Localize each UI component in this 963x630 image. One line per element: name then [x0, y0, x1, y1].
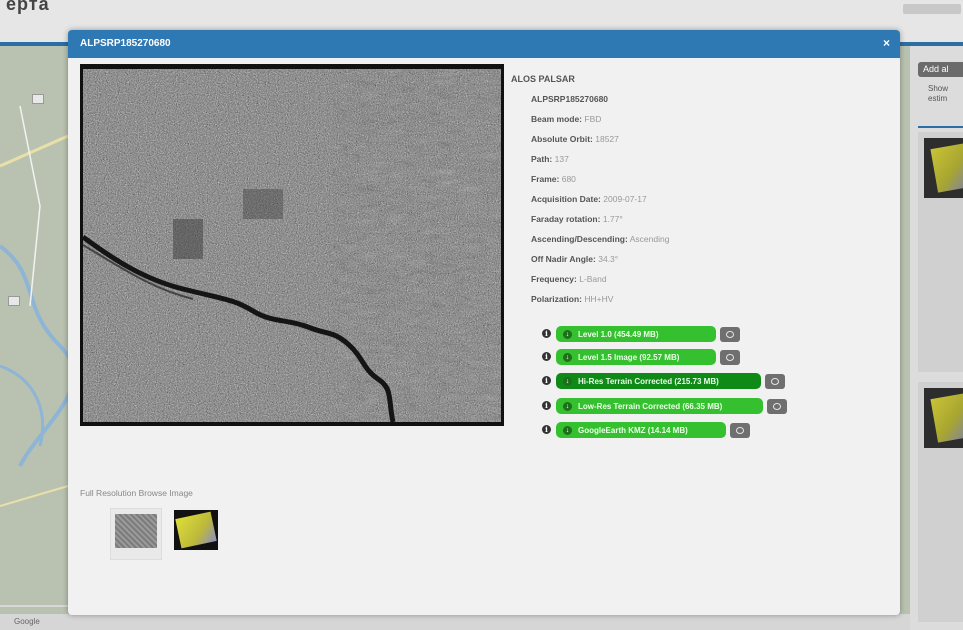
sidebar-divider	[918, 126, 963, 128]
meta-direction: Ascending/Descending: Ascending	[531, 234, 670, 244]
sidebar-text: Show	[928, 84, 949, 93]
sar-image	[83, 69, 501, 422]
full-res-browse-thumbnail[interactable]	[110, 508, 162, 560]
full-resolution-label: Full Resolution Browse Image	[80, 488, 193, 498]
header-button[interactable]	[903, 4, 961, 14]
download-icon: ↓	[563, 377, 572, 386]
platform-name: ALOS PALSAR	[511, 74, 575, 84]
meta-absolute-orbit: Absolute Orbit: 18527	[531, 134, 619, 144]
map-control[interactable]	[8, 296, 20, 306]
download-low-res-terrain-button[interactable]: ↓ Low-Res Terrain Corrected (66.35 MB)	[556, 398, 763, 414]
queue-icon	[771, 378, 779, 385]
download-kmz-button[interactable]: ↓ GoogleEarth KMZ (14.14 MB)	[556, 422, 726, 438]
queue-icon	[726, 354, 734, 361]
meta-path: Path: 137	[531, 154, 569, 164]
meta-beam-mode: Beam mode: FBD	[531, 114, 602, 124]
granule-detail-modal: ALPSRP185270680 × ALOS PALSAR ALPSRP1852…	[68, 30, 900, 615]
download-icon: ↓	[563, 330, 572, 339]
queue-button[interactable]	[730, 423, 750, 438]
info-icon[interactable]: i	[542, 329, 551, 338]
info-icon[interactable]: i	[542, 401, 551, 410]
modal-title: ALPSRP185270680	[80, 38, 171, 49]
meta-frequency: Frequency: L-Band	[531, 274, 607, 284]
queue-icon	[726, 331, 734, 338]
meta-frame: Frame: 680	[531, 174, 576, 184]
result-thumbnail[interactable]	[924, 138, 963, 198]
info-icon[interactable]: i	[542, 425, 551, 434]
sidebar-text: estim	[928, 94, 948, 103]
download-icon: ↓	[563, 402, 572, 411]
queue-icon	[773, 403, 781, 410]
queue-button[interactable]	[720, 327, 740, 342]
download-hi-res-terrain-button[interactable]: ↓ Hi-Res Terrain Corrected (215.73 MB)	[556, 373, 761, 389]
meta-polarization: Polarization: HH+HV	[531, 294, 614, 304]
download-icon: ↓	[563, 426, 572, 435]
queue-icon	[736, 427, 744, 434]
queue-button[interactable]	[767, 399, 787, 414]
modal-header: ALPSRP185270680 ×	[68, 30, 900, 58]
granule-name: ALPSRP185270680	[531, 94, 609, 104]
queue-button[interactable]	[765, 374, 785, 389]
browse-image[interactable]	[80, 64, 504, 426]
map-control[interactable]	[32, 94, 44, 104]
info-icon[interactable]: i	[542, 352, 551, 361]
info-icon[interactable]: i	[542, 376, 551, 385]
add-all-button[interactable]: Add al	[918, 62, 963, 77]
download-icon: ↓	[563, 353, 572, 362]
queue-button[interactable]	[720, 350, 740, 365]
map-attribution: Google	[14, 617, 40, 626]
download-level-1-5-button[interactable]: ↓ Level 1.5 Image (92.57 MB)	[556, 349, 716, 365]
close-icon[interactable]: ×	[883, 36, 890, 50]
result-thumbnail[interactable]	[924, 388, 963, 448]
color-browse-thumbnail[interactable]	[174, 510, 218, 550]
meta-faraday-rotation: Faraday rotation: 1.77°	[531, 214, 623, 224]
results-sidebar: Add al Show estim	[910, 46, 963, 630]
map-footer: Google	[0, 614, 910, 630]
meta-off-nadir-angle: Off Nadir Angle: 34.3°	[531, 254, 619, 264]
download-level-1-0-button[interactable]: ↓ Level 1.0 (454.49 MB)	[556, 326, 716, 342]
app-logo: ерта	[6, 0, 50, 14]
meta-acquisition-date: Acquisition Date: 2009-07-17	[531, 194, 647, 204]
